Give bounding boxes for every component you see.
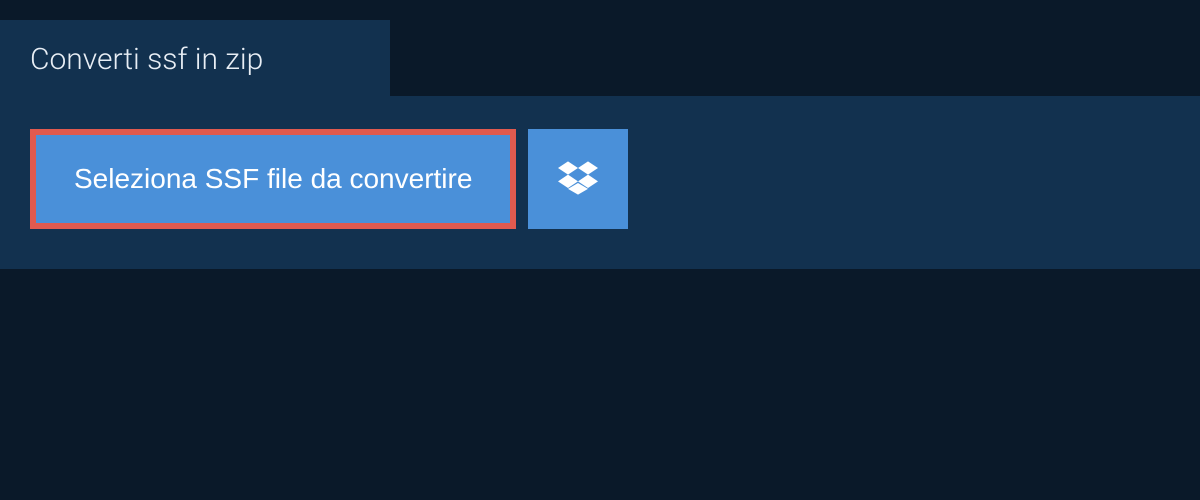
button-row: Seleziona SSF file da convertire (30, 129, 1170, 229)
tab-convert-ssf-zip[interactable]: Converti ssf in zip (0, 20, 390, 99)
select-file-button[interactable]: Seleziona SSF file da convertire (30, 129, 516, 229)
tab-title: Converti ssf in zip (30, 42, 263, 77)
dropbox-icon (558, 158, 598, 201)
tab-bar: Converti ssf in zip (0, 20, 390, 99)
dropbox-button[interactable] (528, 129, 628, 229)
converter-panel: Seleziona SSF file da convertire (0, 96, 1200, 269)
select-file-label: Seleziona SSF file da convertire (74, 163, 472, 195)
